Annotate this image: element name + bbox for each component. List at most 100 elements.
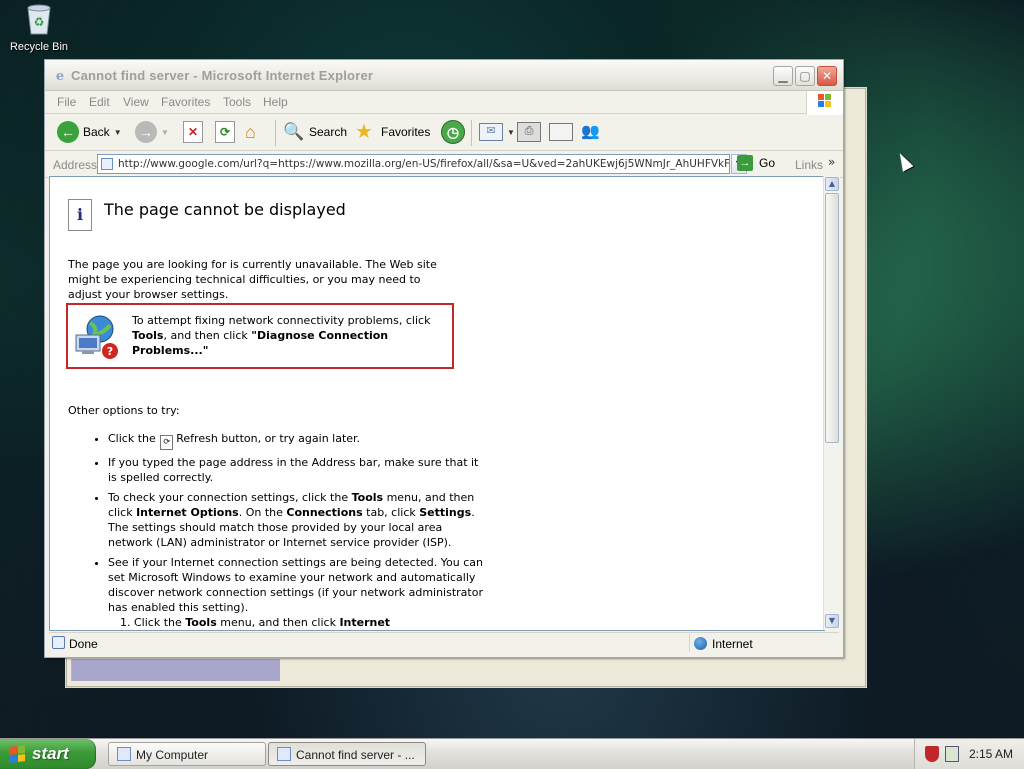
messenger-button[interactable]: 👥 <box>581 120 603 144</box>
minimize-button[interactable]: ▁ <box>773 66 793 86</box>
edit-button[interactable] <box>549 120 573 144</box>
diagnose-line: To attempt fixing network connectivity p… <box>132 314 431 327</box>
info-icon: i <box>68 199 92 231</box>
mail-icon: ✉ <box>479 123 503 141</box>
page-done-icon <box>52 636 65 649</box>
maximize-button[interactable]: ▢ <box>795 66 815 86</box>
title-bar[interactable]: e Cannot find server - Microsoft Interne… <box>45 60 843 91</box>
print-button[interactable]: ⎙ <box>517 120 541 144</box>
opt3-c: . On the <box>238 506 287 519</box>
chevron-right-icon[interactable]: » <box>828 155 835 169</box>
menu-favorites[interactable]: Favorites <box>161 95 210 109</box>
menu-help[interactable]: Help <box>263 95 288 109</box>
go-button[interactable]: → Go <box>737 155 775 171</box>
steps-list: Click the Tools menu, and then click Int… <box>108 615 488 630</box>
security-zone[interactable]: Internet <box>689 634 838 652</box>
go-arrow-icon: → <box>737 155 753 171</box>
opt1-text-b: Refresh button, or try again later. <box>176 432 361 445</box>
security-shield-icon[interactable] <box>925 746 939 762</box>
menu-view[interactable]: View <box>123 95 149 109</box>
diagnose-tools: Tools <box>132 329 164 342</box>
search-button[interactable]: 🔍 Search <box>283 120 347 144</box>
stop-button[interactable]: ✕ <box>183 120 203 144</box>
recycle-bin-label: Recycle Bin <box>9 41 69 53</box>
ie-window[interactable]: e Cannot find server - Microsoft Interne… <box>44 59 844 658</box>
menu-file[interactable]: File <box>57 95 76 109</box>
globe-icon <box>694 637 707 650</box>
list-item: If you typed the page address in the Add… <box>108 455 488 485</box>
home-icon: ⌂ <box>245 122 256 142</box>
scroll-up-button[interactable]: ▲ <box>825 177 839 191</box>
search-label: Search <box>309 125 348 139</box>
taskbar-item-my-computer[interactable]: My Computer <box>108 742 266 766</box>
diagnose-text: To attempt fixing network connectivity p… <box>132 313 447 358</box>
history-button[interactable]: ◷ <box>441 120 465 144</box>
intro-text: The page you are looking for is currentl… <box>68 258 437 301</box>
opt3-d: tab, click <box>362 506 420 519</box>
standard-toolbar: ← Back ▼ → ▼ ✕ ⟳ ⌂ 🔍 Search ★ Favorites … <box>45 114 843 151</box>
svg-text:?: ? <box>107 345 113 358</box>
clock[interactable]: 2:15 AM <box>969 747 1013 761</box>
menu-edit[interactable]: Edit <box>89 95 110 109</box>
back-label: Back <box>83 125 110 139</box>
back-button[interactable]: ← Back ▼ <box>57 120 122 144</box>
refresh-icon: ⟳ <box>160 435 174 450</box>
opt3-a: To check your connection settings, click… <box>108 491 352 504</box>
links-toolbar[interactable]: Links <box>795 158 823 172</box>
background-window-statusbar-fragment <box>71 659 280 681</box>
scroll-thumb[interactable] <box>825 193 839 443</box>
favorites-button[interactable]: ★ Favorites <box>355 120 430 144</box>
menu-bar: File Edit View Favorites Tools Help <box>45 91 843 115</box>
back-arrow-icon: ← <box>57 121 79 143</box>
star-icon: ★ <box>355 121 373 143</box>
diagnose-box: ? To attempt fixing network connectivity… <box>66 303 454 369</box>
options-list: Click the ⟳Refresh button, or try again … <box>82 431 488 630</box>
history-icon: ◷ <box>441 120 465 144</box>
windows-logo-icon <box>806 91 843 115</box>
favorites-label: Favorites <box>381 125 431 139</box>
windows-flag-icon <box>9 745 25 763</box>
list-item: See if your Internet connection settings… <box>108 555 488 630</box>
close-button[interactable]: ✕ <box>817 66 837 86</box>
search-icon: 🔍 <box>283 122 305 141</box>
scroll-down-button[interactable]: ▼ <box>825 614 839 628</box>
page-content: i The page cannot be displayed The page … <box>49 176 825 631</box>
menu-tools[interactable]: Tools <box>223 95 251 109</box>
vertical-scrollbar[interactable]: ▲ ▼ <box>823 176 840 630</box>
start-button[interactable]: start <box>0 739 96 769</box>
step1-b: menu, and then click <box>216 616 340 629</box>
home-button[interactable]: ⌂ <box>245 120 267 144</box>
page-heading: The page cannot be displayed <box>104 200 346 219</box>
address-label: Address <box>53 158 98 172</box>
opt3-settings: Settings <box>419 506 472 519</box>
stop-icon: ✕ <box>183 121 203 143</box>
address-input[interactable]: http://www.google.com/url?q=https://www.… <box>97 154 730 174</box>
refresh-button[interactable]: ⟳ <box>215 120 235 144</box>
other-options-label: Other options to try: <box>68 404 180 417</box>
messenger-icon: 👥 <box>581 123 600 140</box>
back-dropdown-icon[interactable]: ▼ <box>114 128 122 137</box>
step-item: Click the Tools menu, and then click Int… <box>134 615 488 630</box>
forward-dropdown-icon[interactable]: ▼ <box>161 128 169 137</box>
window-title: Cannot find server - Microsoft Internet … <box>71 68 374 83</box>
taskbar-item-ie[interactable]: Cannot find server - ... <box>268 742 426 766</box>
diagnose-then: , and then click <box>163 329 252 342</box>
recycle-bin-icon: ♻ <box>24 2 54 36</box>
list-item: Click the ⟳Refresh button, or try again … <box>108 431 488 450</box>
zone-label: Internet <box>712 637 753 651</box>
address-bar: Address http://www.google.com/url?q=http… <box>45 151 843 178</box>
mail-dropdown-icon[interactable]: ▼ <box>507 128 515 137</box>
go-label: Go <box>759 156 776 170</box>
taskbar: start My Computer Cannot find server - .… <box>0 738 1024 769</box>
status-bar: Done Internet <box>49 632 839 653</box>
opt3-tools: Tools <box>351 491 384 504</box>
mail-button[interactable]: ✉ ▼ <box>479 120 515 144</box>
forward-button[interactable]: → ▼ <box>135 120 169 144</box>
edit-page-icon <box>549 123 573 141</box>
my-computer-icon <box>117 747 131 761</box>
network-icon[interactable] <box>945 746 959 762</box>
mouse-cursor-icon <box>894 150 914 172</box>
start-label: start <box>32 744 69 763</box>
page-icon <box>101 158 113 170</box>
recycle-bin-desktop-icon[interactable]: ♻ Recycle Bin <box>8 2 70 53</box>
